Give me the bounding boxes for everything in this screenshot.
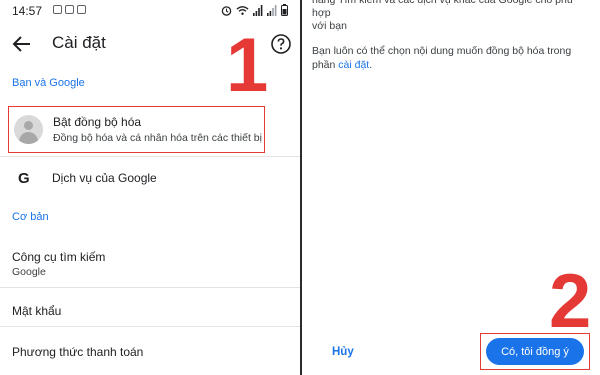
agree-button[interactable]: Có, tôi đồng ý <box>486 338 584 365</box>
status-time: 14:57 <box>12 4 43 18</box>
sync-subtitle: Đồng bộ hóa và cá nhân hóa trên các thiế… <box>53 132 262 144</box>
avatar-icon <box>14 115 43 144</box>
signal-icon <box>253 4 263 16</box>
settings-screen: 14:57 Cài đặt Bạn và Google Bật đồng bộ … <box>0 0 300 375</box>
notification-icon <box>53 5 62 14</box>
search-engine-item[interactable]: Công cụ tìm kiếm <box>12 250 105 264</box>
divider <box>0 287 300 288</box>
sync-dialog-screen: năng Tìm kiếm và các dịch vụ khác của Go… <box>302 0 600 375</box>
agree-button-highlight: Có, tôi đồng ý <box>480 333 590 370</box>
settings-link[interactable]: cài đặt <box>338 59 369 71</box>
system-icons <box>221 4 288 16</box>
notification-icon <box>77 5 86 14</box>
wifi-icon <box>236 5 249 15</box>
help-icon[interactable] <box>270 33 292 55</box>
signal-icon <box>267 4 277 16</box>
payment-methods-item[interactable]: Phương thức thanh toán <box>12 345 143 359</box>
google-services-item[interactable]: Dịch vụ của Google <box>52 171 157 185</box>
passwords-item[interactable]: Mật khẩu <box>12 304 61 318</box>
google-g-icon: G <box>18 170 30 187</box>
status-bar: 14:57 <box>0 0 300 22</box>
back-arrow-icon[interactable] <box>10 32 34 56</box>
dialog-top-text: năng Tìm kiếm và các dịch vụ khác của Go… <box>312 0 592 33</box>
dialog-info-text: Bạn luôn có thể chọn nội dung muốn đồng … <box>312 44 592 72</box>
dialog-top-line: với bạn <box>312 20 347 32</box>
step-number-1: 1 <box>226 23 269 108</box>
sync-title: Bật đồng bộ hóa <box>53 115 142 129</box>
alarm-icon <box>221 5 232 16</box>
notification-icons <box>53 5 86 14</box>
section-header-basic: Cơ bản <box>12 211 49 223</box>
divider <box>0 326 300 327</box>
divider <box>0 156 300 157</box>
step-number-2: 2 <box>549 259 592 344</box>
dialog-info-end: . <box>369 59 373 71</box>
section-header-account: Bạn và Google <box>12 77 85 89</box>
notification-icon <box>65 5 74 14</box>
battery-icon <box>281 4 288 16</box>
cancel-button[interactable]: Hủy <box>332 346 354 358</box>
sync-settings-item[interactable]: Bật đồng bộ hóa Đồng bộ hóa và cá nhân h… <box>8 106 265 153</box>
search-engine-value: Google <box>12 266 46 278</box>
page-title: Cài đặt <box>52 33 106 52</box>
dialog-top-line: năng Tìm kiếm và các dịch vụ khác của Go… <box>312 0 573 19</box>
